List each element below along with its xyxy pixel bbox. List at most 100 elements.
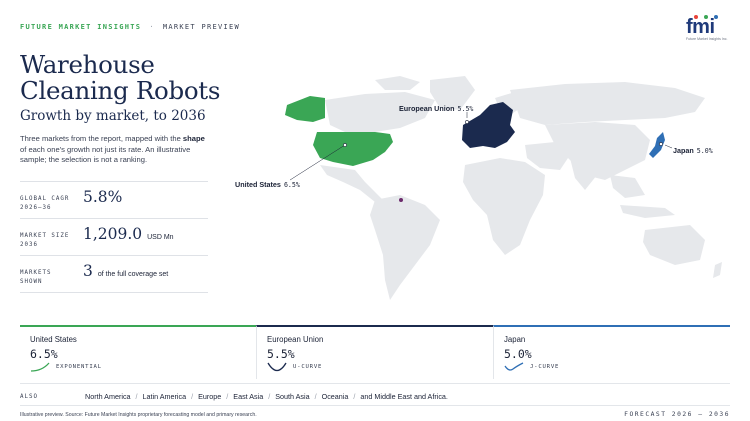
map-label-pct: 6.5% — [283, 181, 300, 189]
region-separator: / — [268, 392, 271, 401]
stat-label-line1: MARKETS — [20, 270, 52, 276]
card-value: 5.0% — [504, 347, 532, 361]
card-shape: EXPONENTIAL — [30, 362, 102, 372]
region-separator: / — [314, 392, 317, 401]
stat-label: GLOBAL CAGR 2026–36 — [20, 195, 80, 213]
card-shape: U-CURVE — [267, 362, 322, 372]
region-separator: / — [226, 392, 229, 401]
stat-label: MARKET SIZE 2036 — [20, 232, 80, 250]
regions-list: North America / Latin America / Europe / Ea… — [85, 392, 448, 401]
fmi-logo[interactable]: fmi Future Market Insights Inc. — [686, 14, 728, 42]
market-cards: United States 6.5% EXPONENTIAL European … — [20, 325, 730, 379]
stat-value-number: 5.8% — [83, 188, 123, 206]
logo-dots — [694, 15, 718, 19]
leader-dot-jp — [659, 142, 663, 146]
card-shape: J-CURVE — [504, 362, 559, 372]
region-link[interactable]: Latin America — [143, 392, 187, 401]
card-shape-label: U-CURVE — [293, 364, 323, 370]
stat-label-line2: SHOWN — [20, 279, 43, 285]
desc-bold: shape — [182, 134, 205, 143]
stat-value-number: 3 — [83, 262, 93, 280]
region-separator: / — [353, 392, 356, 401]
region-alaska[interactable] — [285, 96, 325, 122]
stat-label-line1: MARKET SIZE — [20, 233, 70, 239]
page-description: Three markets from the report, mapped wi… — [20, 134, 205, 166]
leader-dot-eu — [465, 120, 469, 124]
map-label-pct: 5.5% — [457, 105, 474, 113]
stat-label: MARKETS SHOWN — [20, 269, 80, 287]
land-mexico — [320, 165, 383, 202]
stat-label-line2: 2026–36 — [20, 205, 52, 211]
region-link[interactable]: Europe — [198, 392, 221, 401]
stat-divider — [20, 292, 208, 293]
forecast-range: FORECAST 2026 – 2036 — [624, 411, 730, 418]
also-label: ALSO — [20, 393, 38, 400]
section-label: MARKET PREVIEW — [162, 23, 241, 31]
source-note: Illustrative preview. Source: Future Mar… — [20, 411, 257, 418]
logo-dot-blue — [714, 15, 718, 19]
card-name: United States — [30, 335, 77, 344]
land-india — [570, 158, 597, 190]
stat-value-number: 1,209.0 — [83, 225, 143, 243]
world-map — [285, 76, 722, 300]
land-arctic-islands — [375, 76, 420, 90]
region-link[interactable]: South Asia — [275, 392, 309, 401]
map-label-name: Japan — [673, 146, 694, 155]
region-link[interactable]: and Middle East and Africa. — [360, 392, 448, 401]
land-southeast-asia — [610, 175, 645, 198]
also-regions-row: ALSO North America / Latin America / Europ… — [20, 383, 730, 401]
page-title: Warehouse Cleaning Robots — [20, 50, 221, 105]
stat-value: 5.8% — [83, 188, 122, 206]
region-separator: / — [135, 392, 138, 401]
footer: Illustrative preview. Source: Future Mar… — [20, 405, 730, 418]
page-subtitle: Growth by market, to 2036 — [20, 108, 206, 124]
region-separator: / — [191, 392, 194, 401]
leader-dot-us — [343, 143, 347, 147]
stat-unit: of the full coverage set — [97, 271, 169, 278]
stat-value: 3 of the full coverage set — [83, 262, 168, 280]
exponential-curve-icon — [30, 362, 50, 372]
top-bar: FUTURE MARKET INSIGHTS · MARKET PREVIEW — [20, 23, 240, 31]
land-indonesia — [620, 205, 675, 218]
region-link[interactable]: East Asia — [233, 392, 263, 401]
land-africa — [463, 158, 545, 255]
logo-wordmark: fmi — [686, 16, 715, 38]
land-australia — [643, 225, 705, 265]
stat-market-size: MARKET SIZE 2036 1,209.0 USD Mn — [20, 218, 208, 255]
leader-jp — [664, 144, 673, 149]
map-marker-guiana — [399, 198, 403, 202]
region-link[interactable]: Oceania — [322, 392, 349, 401]
map-label-us: United States 6.5% — [235, 180, 300, 189]
map-label-name: United States — [235, 180, 281, 189]
map-land — [320, 76, 722, 300]
card-japan[interactable]: Japan 5.0% J-CURVE — [493, 325, 730, 379]
land-new-zealand — [713, 262, 722, 278]
card-name: Japan — [504, 335, 526, 344]
map-label-eu: European Union 5.5% — [399, 104, 473, 113]
card-united-states[interactable]: United States 6.5% EXPONENTIAL — [20, 325, 256, 379]
map-label-pct: 5.0% — [696, 147, 713, 155]
desc-post: of each one's growth not just its rate. … — [20, 144, 191, 165]
logo-dot-red — [694, 15, 698, 19]
stat-global-cagr: GLOBAL CAGR 2026–36 5.8% — [20, 181, 208, 218]
stat-value: 1,209.0 USD Mn — [83, 225, 174, 243]
card-european-union[interactable]: European Union 5.5% U-CURVE — [256, 325, 493, 379]
u-curve-icon — [267, 362, 287, 372]
card-shape-label: J-CURVE — [530, 364, 560, 370]
land-south-america — [370, 195, 440, 300]
card-name: European Union — [267, 335, 324, 344]
map-label-name: European Union — [399, 104, 455, 113]
logo-subtext: Future Market Insights Inc. — [686, 37, 728, 41]
card-value: 5.5% — [267, 347, 295, 361]
header-separator: · — [149, 23, 155, 31]
logo-dot-green — [704, 15, 708, 19]
j-curve-icon — [504, 362, 524, 371]
land-russia — [510, 82, 705, 125]
brand-name: FUTURE MARKET INSIGHTS — [20, 23, 142, 31]
stat-markets-shown: MARKETS SHOWN 3 of the full coverage set — [20, 255, 208, 293]
map-label-japan: Japan 5.0% — [673, 146, 713, 155]
region-link[interactable]: North America — [85, 392, 131, 401]
desc-pre: Three markets from the report, mapped wi… — [20, 134, 183, 143]
region-united-states[interactable] — [313, 132, 393, 166]
stat-label-line2: 2036 — [20, 242, 38, 248]
